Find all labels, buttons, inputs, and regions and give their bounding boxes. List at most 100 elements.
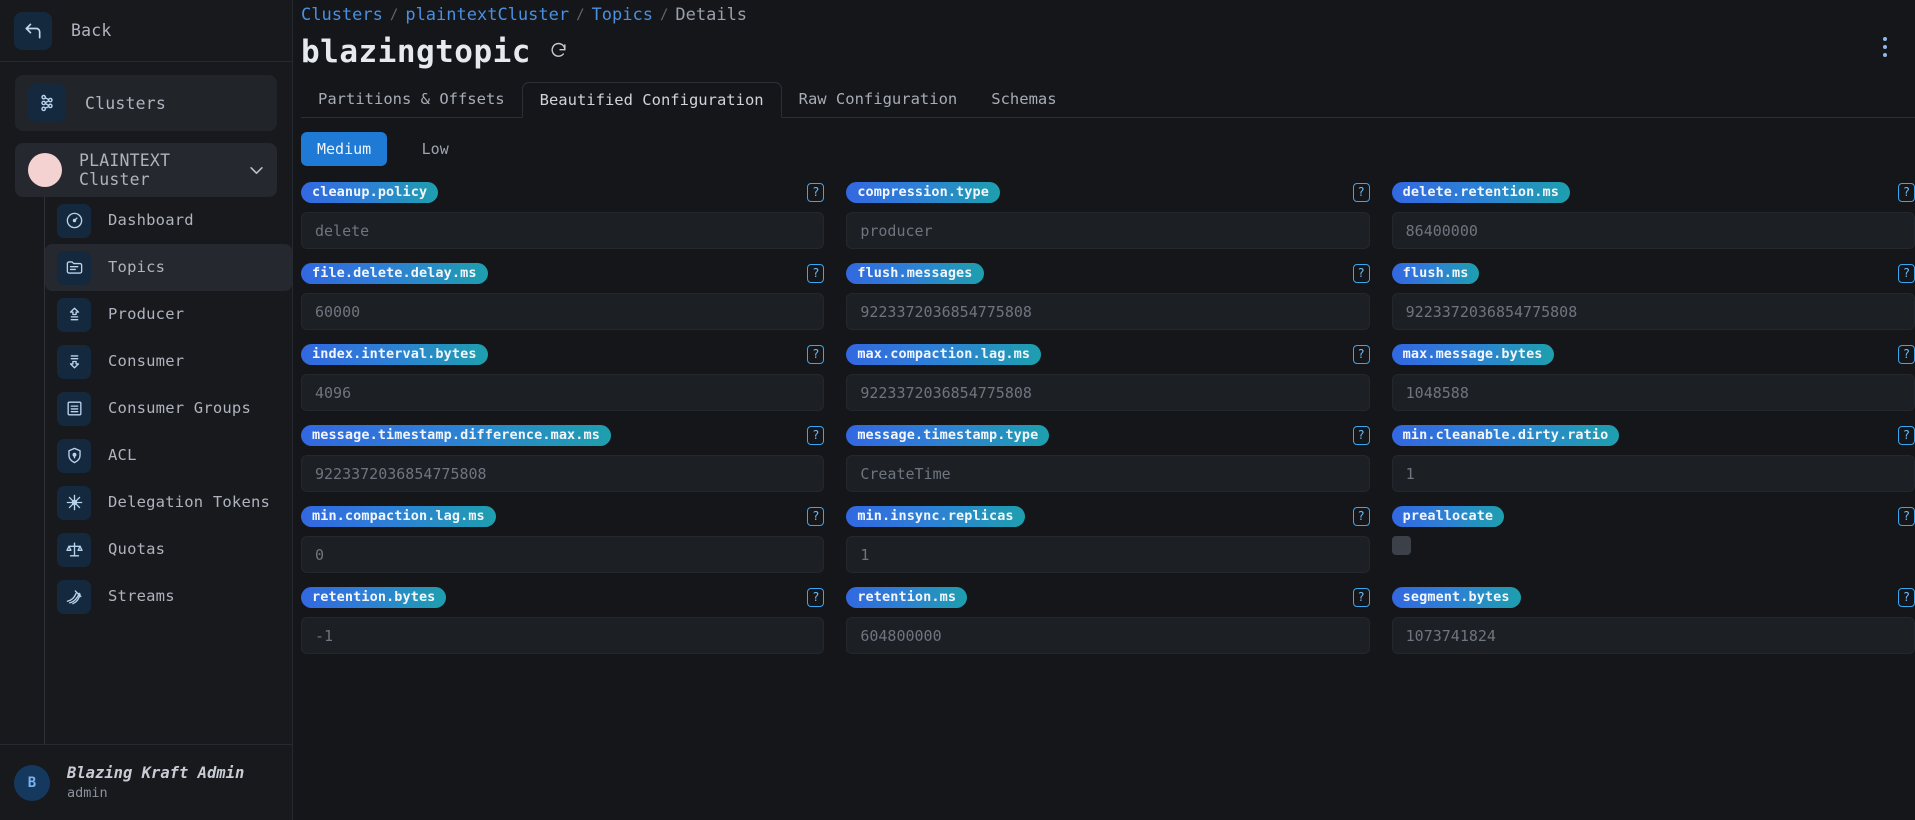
sidebar-item-clusters[interactable]: Clusters xyxy=(15,75,277,131)
snowflake-icon xyxy=(57,485,91,520)
help-icon[interactable]: ? xyxy=(807,182,825,202)
config-input[interactable]: 9223372036854775808 xyxy=(846,293,1370,330)
config-label-row: delete.retention.ms? xyxy=(1391,180,1915,204)
breadcrumb: Clusters / plaintextCluster / Topics / Details xyxy=(293,0,1915,26)
back-button[interactable]: Back xyxy=(0,0,292,62)
help-icon[interactable]: ? xyxy=(1897,182,1915,202)
cluster-selector-label: PLAINTEXT Cluster xyxy=(79,151,171,189)
config-field: index.interval.bytes? 4096 xyxy=(301,342,825,423)
config-input[interactable]: CreateTime xyxy=(846,455,1370,492)
folder-icon xyxy=(57,250,91,285)
tab-schemas[interactable]: Schemas xyxy=(974,81,1073,117)
config-label-row: retention.ms? xyxy=(846,585,1370,609)
importance-medium-button[interactable]: Medium xyxy=(301,132,388,166)
sidebar-item-acl[interactable]: ACL xyxy=(45,432,292,479)
sidebar-item-label: ACL xyxy=(108,445,137,464)
config-field: message.timestamp.difference.max.ms? 9223… xyxy=(301,423,825,504)
sidebar-nav: Dashboard Topics Producer Consumer Consumer … xyxy=(44,197,292,744)
streams-icon xyxy=(57,579,91,614)
help-icon[interactable]: ? xyxy=(1352,182,1370,202)
config-field: preallocate? xyxy=(1391,504,1915,585)
config-label-row: message.timestamp.type? xyxy=(846,423,1370,447)
sidebar-item-consumer[interactable]: Consumer xyxy=(45,338,292,385)
config-field: segment.bytes? 1073741824 xyxy=(1391,585,1915,666)
config-input[interactable]: delete xyxy=(301,212,825,249)
breadcrumb-link[interactable]: Clusters xyxy=(301,5,383,25)
user-profile[interactable]: B Blazing Kraft Admin admin xyxy=(0,744,292,820)
help-icon[interactable]: ? xyxy=(1897,425,1915,445)
main-content: Clusters / plaintextCluster / Topics / Details… xyxy=(293,0,1915,820)
config-input[interactable]: 60000 xyxy=(301,293,825,330)
kebab-menu-icon[interactable] xyxy=(1883,37,1887,57)
config-input[interactable]: 1048588 xyxy=(1391,374,1915,411)
config-input[interactable]: 9223372036854775808 xyxy=(1391,293,1915,330)
help-icon[interactable]: ? xyxy=(1352,263,1370,283)
config-name-badge: retention.ms xyxy=(846,586,968,608)
help-icon[interactable]: ? xyxy=(1352,425,1370,445)
config-name-badge: file.delete.delay.ms xyxy=(301,262,488,284)
config-input[interactable]: 1073741824 xyxy=(1391,617,1915,654)
clusters-label: Clusters xyxy=(85,93,167,113)
help-icon[interactable]: ? xyxy=(1352,506,1370,526)
cluster-selector[interactable]: PLAINTEXT Cluster xyxy=(15,143,277,197)
tab-raw-configuration[interactable]: Raw Configuration xyxy=(782,81,975,117)
sidebar-item-delegation-tokens[interactable]: Delegation Tokens xyxy=(45,479,292,526)
config-label-row: min.compaction.lag.ms? xyxy=(301,504,825,528)
breadcrumb-separator: / xyxy=(576,7,585,23)
config-input[interactable]: 1 xyxy=(846,536,1370,573)
clusters-icon xyxy=(28,84,66,122)
config-name-badge: min.compaction.lag.ms xyxy=(301,505,496,527)
scales-icon xyxy=(57,532,91,567)
config-name-badge: max.compaction.lag.ms xyxy=(846,343,1042,365)
config-label-row: compression.type? xyxy=(846,180,1370,204)
config-name-badge: compression.type xyxy=(846,181,1000,203)
sidebar-item-topics[interactable]: Topics xyxy=(45,244,292,291)
help-icon[interactable]: ? xyxy=(807,425,825,445)
breadcrumb-link[interactable]: plaintextCluster xyxy=(405,5,569,25)
config-input[interactable]: 86400000 xyxy=(1391,212,1915,249)
breadcrumb-separator: / xyxy=(389,7,399,23)
breadcrumb-link[interactable]: Topics xyxy=(592,5,653,25)
upload-icon xyxy=(57,297,91,332)
refresh-icon[interactable] xyxy=(549,41,568,63)
sidebar-item-consumer-groups[interactable]: Consumer Groups xyxy=(45,385,292,432)
config-field: min.cleanable.dirty.ratio? 1 xyxy=(1391,423,1915,504)
help-icon[interactable]: ? xyxy=(1897,506,1915,526)
help-icon[interactable]: ? xyxy=(807,263,825,283)
config-name-badge: cleanup.policy xyxy=(301,181,439,203)
config-label-row: max.compaction.lag.ms? xyxy=(846,342,1370,366)
tab-beautified-configuration[interactable]: Beautified Configuration xyxy=(521,82,782,118)
help-icon[interactable]: ? xyxy=(807,587,825,607)
sidebar-item-dashboard[interactable]: Dashboard xyxy=(45,197,292,244)
help-icon[interactable]: ? xyxy=(1897,587,1915,607)
back-arrow-icon xyxy=(14,11,52,50)
help-icon[interactable]: ? xyxy=(1897,344,1915,364)
breadcrumb-current: Details xyxy=(675,5,748,25)
config-input[interactable]: 1 xyxy=(1391,455,1915,492)
sidebar: Back Clusters PLAINTEXT Cluster Dashboar… xyxy=(0,0,293,820)
config-name-badge: flush.messages xyxy=(846,262,984,284)
help-icon[interactable]: ? xyxy=(1352,587,1370,607)
help-icon[interactable]: ? xyxy=(807,506,825,526)
help-icon[interactable]: ? xyxy=(1897,263,1915,283)
help-icon[interactable]: ? xyxy=(1352,344,1370,364)
config-field: max.message.bytes? 1048588 xyxy=(1391,342,1915,423)
config-input[interactable]: 9223372036854775808 xyxy=(301,455,825,492)
config-input[interactable]: 0 xyxy=(301,536,825,573)
config-input[interactable]: producer xyxy=(846,212,1370,249)
sidebar-item-streams[interactable]: Streams xyxy=(45,573,292,620)
sidebar-item-producer[interactable]: Producer xyxy=(45,291,292,338)
shield-icon xyxy=(57,438,91,473)
config-input[interactable]: 604800000 xyxy=(846,617,1370,654)
config-label-row: preallocate? xyxy=(1391,504,1915,528)
config-checkbox[interactable] xyxy=(1391,536,1411,555)
help-icon[interactable]: ? xyxy=(807,344,825,364)
importance-low-button[interactable]: Low xyxy=(393,132,477,166)
config-field: cleanup.policy? delete xyxy=(301,180,825,261)
config-input[interactable]: 4096 xyxy=(301,374,825,411)
config-input[interactable]: -1 xyxy=(301,617,825,654)
tab-partitions-offsets[interactable]: Partitions & Offsets xyxy=(301,81,522,117)
config-input[interactable]: 9223372036854775808 xyxy=(846,374,1370,411)
config-name-badge: min.cleanable.dirty.ratio xyxy=(1391,424,1620,446)
sidebar-item-quotas[interactable]: Quotas xyxy=(45,526,292,573)
